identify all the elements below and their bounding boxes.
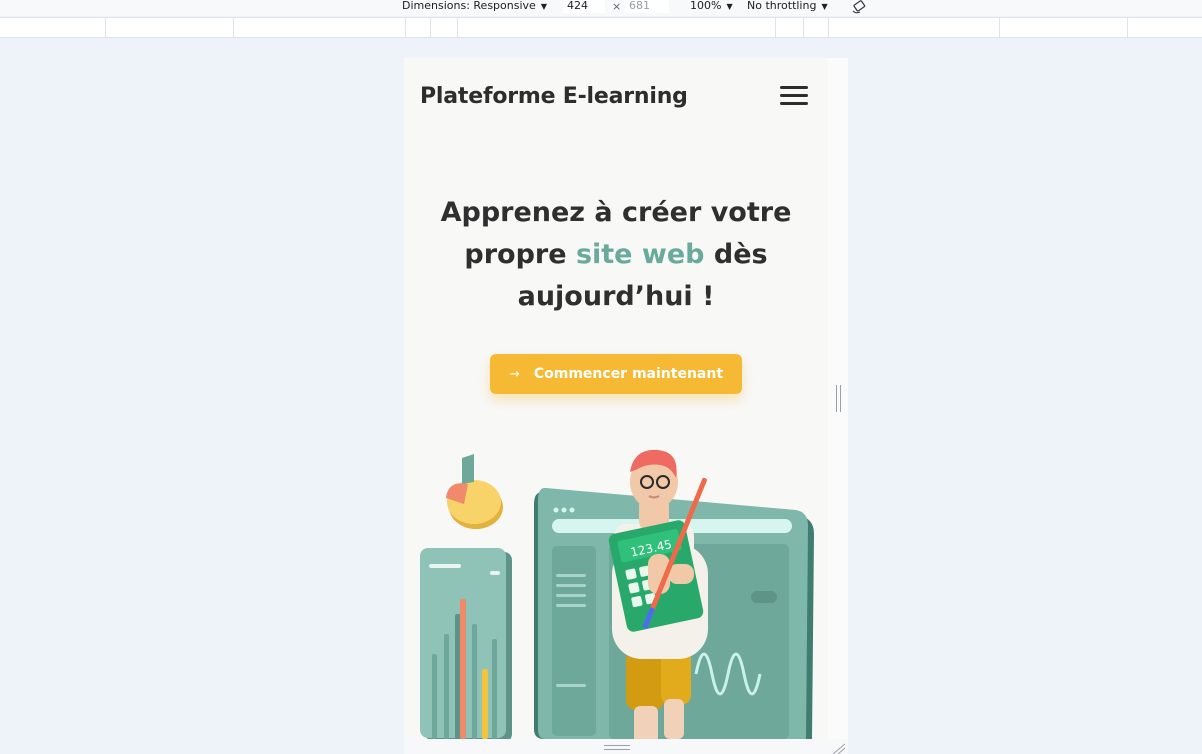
device-viewport: Plateforme E-learning Apprenez à créer v… <box>404 58 828 739</box>
site-brand[interactable]: Plateforme E-learning <box>420 84 688 109</box>
ruler-segment <box>457 18 458 37</box>
ruler-segment <box>105 18 106 37</box>
ruler-segment <box>775 18 776 37</box>
ruler-segment <box>803 18 804 37</box>
arrow-right-icon: → <box>508 366 520 382</box>
pie-chart-illustration <box>446 454 503 529</box>
dimensions-dropdown[interactable]: Dimensions: Responsive ▼ <box>402 0 547 14</box>
height-input[interactable]: 681 <box>625 0 669 13</box>
devtools-toolbar: Dimensions: Responsive ▼ 424 × 681 100% ▼ … <box>0 0 1202 16</box>
times-icon: × <box>612 0 622 13</box>
width-input[interactable]: 424 <box>563 0 605 13</box>
rotate-icon[interactable] <box>852 0 868 14</box>
dimensions-caret-icon: ▼ <box>540 2 547 11</box>
ruler-segment <box>828 18 829 37</box>
ruler-segment <box>999 18 1000 37</box>
zoom-caret-icon: ▼ <box>726 2 733 11</box>
ruler-segment <box>430 18 431 37</box>
hamburger-icon[interactable] <box>780 86 808 106</box>
hero-title-accent: site web <box>575 239 705 270</box>
media-query-ruler[interactable] <box>0 17 1202 38</box>
zoom-dropdown[interactable]: 100% ▼ <box>690 0 733 14</box>
start-now-label: Commencer maintenant <box>533 366 724 382</box>
hero-title: Apprenez à créer votre propre site web d… <box>424 192 808 318</box>
resize-corner-icon[interactable] <box>831 742 845 754</box>
resize-grip-vertical-icon[interactable] <box>836 385 841 412</box>
ruler-segment <box>233 18 234 37</box>
ruler-segment <box>1127 18 1128 37</box>
throttling-label: No throttling <box>747 0 817 12</box>
throttling-dropdown[interactable]: No throttling ▼ <box>747 0 828 14</box>
start-now-button[interactable]: → Commencer maintenant <box>490 354 742 394</box>
bar-panel-illustration <box>420 548 512 739</box>
dimensions-label: Dimensions: Responsive <box>402 0 536 12</box>
resize-grip-horizontal-icon[interactable] <box>604 745 630 750</box>
hero-illustration: 123.45 <box>420 449 814 739</box>
throttling-caret-icon: ▼ <box>821 2 828 11</box>
zoom-label: 100% <box>690 0 722 12</box>
ruler-segment <box>405 18 406 37</box>
